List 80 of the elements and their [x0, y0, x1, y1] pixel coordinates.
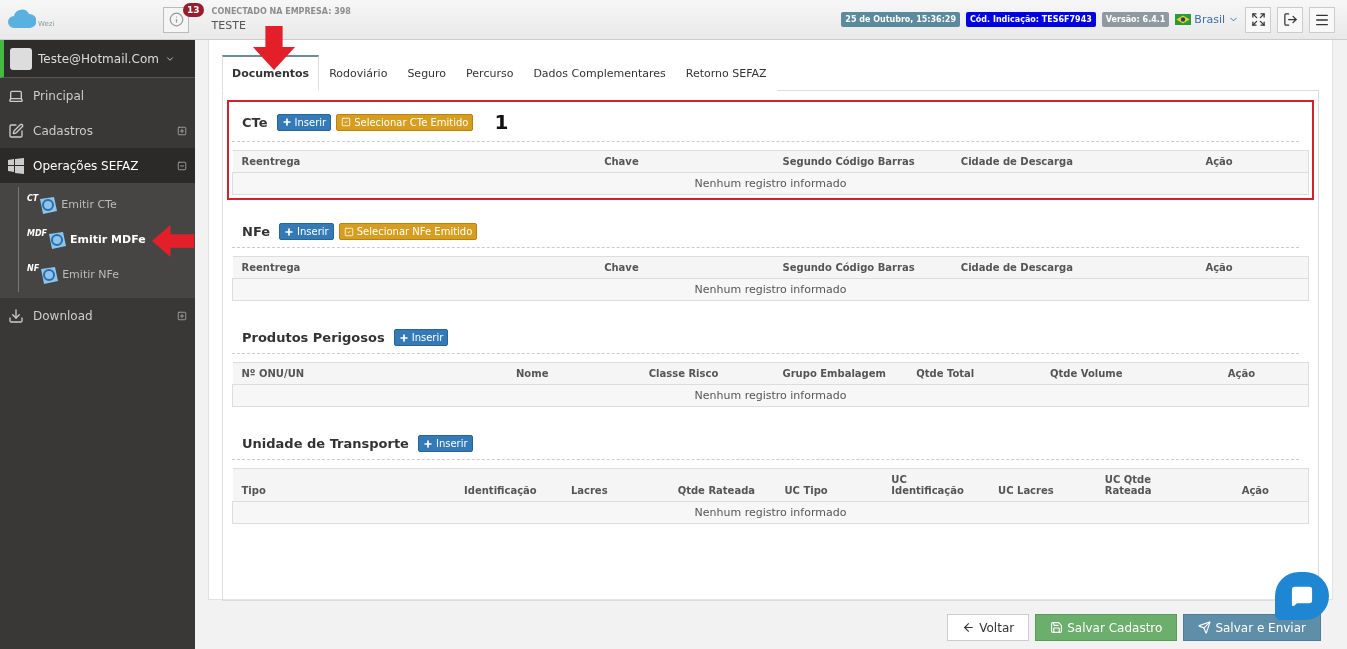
section-title: Unidade de Transporte: [242, 436, 409, 451]
checkbox-icon: [343, 226, 354, 237]
section-title: CTe: [242, 114, 268, 130]
column-header: Nº ONU/UN: [232, 362, 507, 385]
arrow-down-drawing: [252, 26, 296, 70]
column-header: UC Lacres: [989, 468, 1096, 502]
sidebar-item[interactable]: Operações SEFAZ: [0, 148, 195, 183]
section-title: Produtos Perigosos: [242, 330, 385, 345]
edit-icon: [8, 122, 24, 139]
insert-button[interactable]: Inserir: [276, 113, 332, 131]
checkbox-icon: [341, 117, 352, 127]
column-header: Grupo Embalagem: [773, 362, 908, 385]
column-header: Tipo: [232, 468, 456, 502]
column-header: Segundo Código Barras: [773, 150, 952, 173]
empty-message: Nenhum registro informado: [232, 501, 1309, 524]
column-header: Qtde Total: [907, 362, 1041, 385]
column-header: Ação: [1202, 468, 1309, 502]
column-header: Ação: [1174, 362, 1309, 385]
insert-button[interactable]: Inserir: [417, 435, 473, 452]
info-icon: [168, 12, 184, 27]
plus-icon: [422, 438, 433, 449]
annotation-number: 1: [494, 110, 509, 134]
header-badge: 25 de Outubro, 15:36:29: [841, 12, 960, 27]
company-name: TESTE: [211, 19, 247, 32]
paper-plane-icon: [1198, 621, 1212, 634]
empty-message: Nenhum registro informado: [232, 278, 1309, 301]
download-icon: [8, 307, 24, 324]
column-header: Chave: [595, 150, 774, 173]
menu-button[interactable]: [1309, 6, 1335, 33]
column-header: Identificação: [455, 468, 562, 502]
column-header: UC Tipo: [775, 468, 883, 502]
column-header: Lacres: [561, 468, 669, 502]
sidebar-item[interactable]: Download: [0, 298, 195, 333]
notification-count: 13: [183, 3, 204, 17]
empty-message: Nenhum registro informado: [232, 384, 1309, 407]
column-header: Reentrega: [232, 256, 596, 279]
column-header: UC Qtde Rateada: [1095, 468, 1203, 502]
submenu-item[interactable]: CT Emitir CTe: [19, 187, 195, 222]
plus-icon: [398, 332, 409, 343]
arrow-left-drawing: [152, 224, 194, 258]
sidebar-item[interactable]: Principal: [0, 78, 195, 113]
logout-button[interactable]: [1277, 6, 1303, 33]
column-header: Ação: [1130, 150, 1309, 173]
column-header: Ação: [1130, 256, 1309, 279]
plus-icon: [284, 226, 295, 237]
back-button[interactable]: Voltar: [947, 614, 1030, 641]
fullscreen-button[interactable]: [1245, 6, 1271, 33]
insert-button[interactable]: Inserir: [393, 329, 449, 346]
chat-icon: [1291, 585, 1313, 607]
flag-icon: [1175, 14, 1192, 25]
logout-icon: [1282, 12, 1298, 27]
column-header: Nome: [507, 362, 640, 385]
insert-button[interactable]: Inserir: [279, 223, 334, 240]
expand-icon: [1250, 12, 1266, 27]
column-header: Reentrega: [232, 150, 596, 173]
chat-button[interactable]: [1275, 572, 1329, 620]
windows-icon: [8, 157, 24, 174]
section-title: NFe: [242, 224, 271, 239]
column-header: Qtde Volume: [1041, 362, 1175, 385]
company-label: CONECTADO NA EMPRESA: 398: [211, 7, 351, 16]
column-header: Segundo Código Barras: [773, 256, 952, 279]
avatar-icon: [10, 47, 32, 70]
submenu-item[interactable]: NF Emitir NFe: [19, 257, 195, 292]
empty-message: Nenhum registro informado: [232, 172, 1309, 195]
plus-icon: [281, 117, 292, 127]
user-menu[interactable]: Teste@Hotmail.Com: [0, 40, 195, 78]
send-button[interactable]: Salvar e Enviar: [1183, 614, 1321, 641]
column-header: Cidade de Descarga: [951, 256, 1131, 279]
column-header: Classe Risco: [639, 362, 774, 385]
column-header: Chave: [595, 256, 774, 279]
tab[interactable]: Documentos: [222, 55, 320, 91]
column-header: Cidade de Descarga: [951, 150, 1131, 173]
header-badge: Cód. Indicação: TES6F7943: [966, 12, 1096, 27]
language-dropdown[interactable]: Brasil: [1175, 13, 1239, 26]
notifications-button[interactable]: [163, 6, 189, 33]
sidebar-item[interactable]: Cadastros: [0, 113, 195, 148]
header-badge: Versão: 6.4.1: [1101, 12, 1170, 27]
arrow-left-icon: [962, 621, 976, 634]
column-header: UC Identificação: [882, 468, 990, 502]
column-header: Qtde Rateada: [668, 468, 776, 502]
